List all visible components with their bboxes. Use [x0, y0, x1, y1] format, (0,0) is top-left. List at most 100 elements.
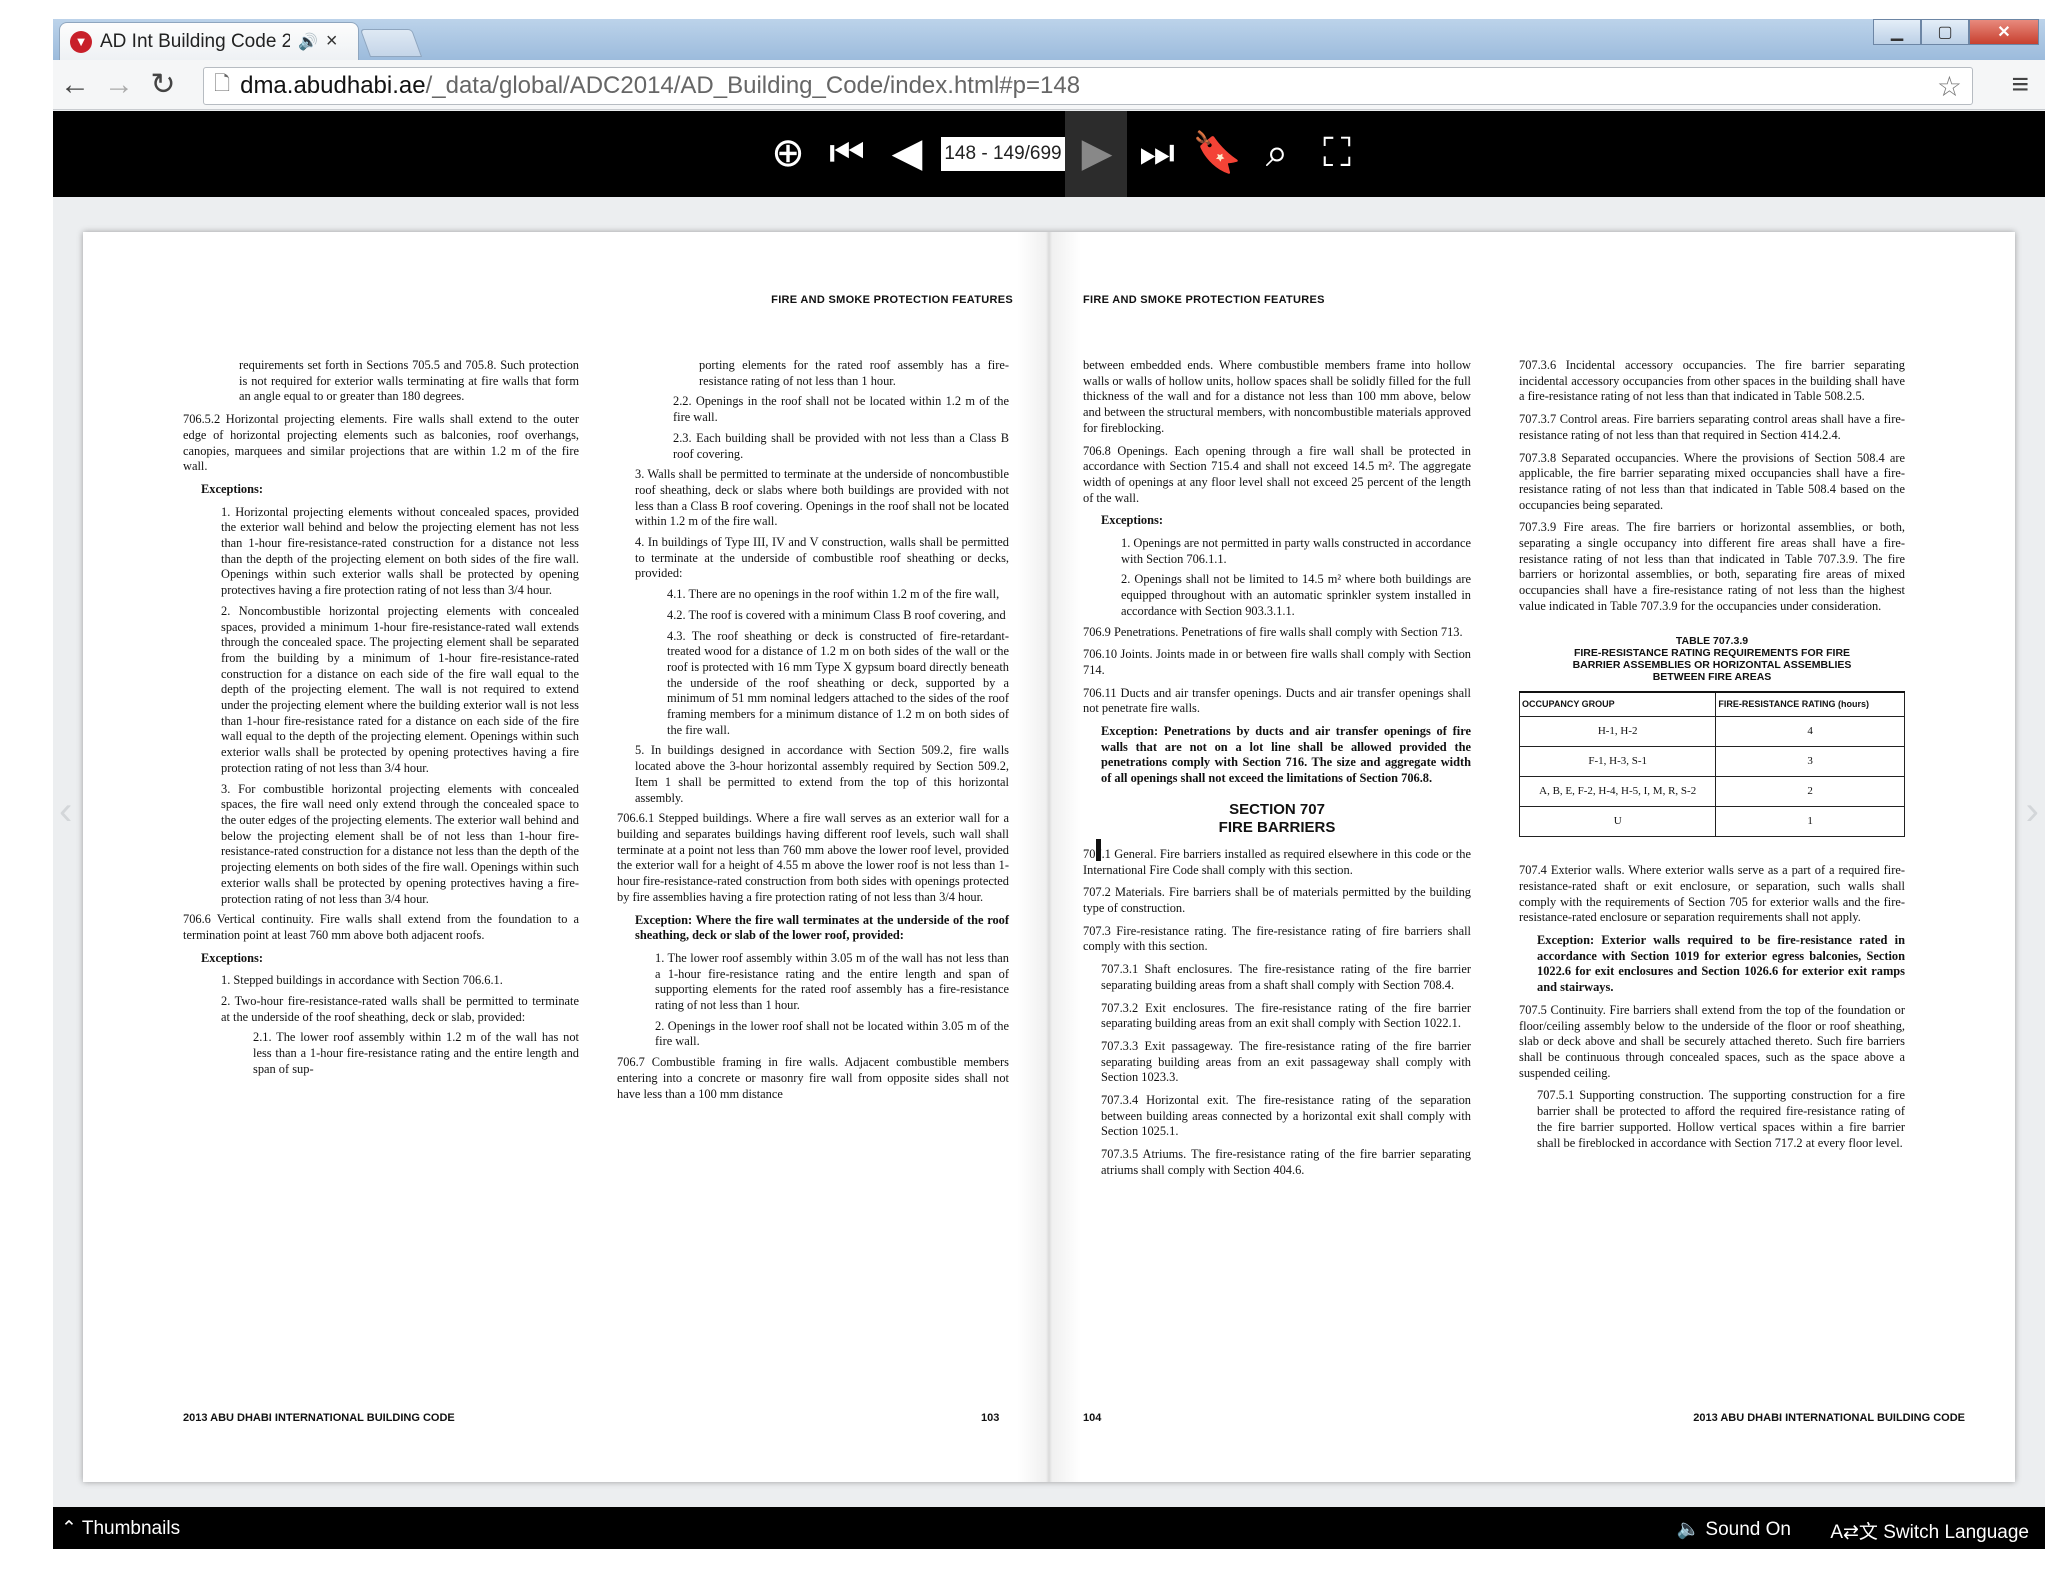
list-item: 2. Openings in the lower roof shall not … [655, 1018, 1009, 1049]
minimize-button[interactable]: ▁ [1873, 19, 1921, 45]
next-spread-arrow-icon[interactable]: › [2026, 789, 2039, 834]
list-item: 3. For combustible horizontal projecting… [221, 781, 579, 906]
list-item: 1. Openings are not permitted in party w… [1121, 536, 1471, 566]
table-cell: H-1, H-2 [1518, 716, 1717, 748]
right-footer: 2013 ABU DHABI INTERNATIONAL BUILDING CO… [1693, 1412, 1965, 1424]
paragraph: 707.3.8 Separated occupancies. Where the… [1519, 450, 1905, 512]
last-page-icon[interactable]: ⏭ [1129, 125, 1185, 181]
address-bar[interactable]: 🗋 dma.abudhabi.ae /_data/global/ADC2014/… [203, 67, 1973, 105]
fullscreen-icon[interactable]: ⛶ [1309, 125, 1365, 181]
section-title: FIRE BARRIERS [1218, 818, 1336, 836]
paragraph: 707.3.4 Horizontal exit. The fire-resist… [1101, 1093, 1471, 1139]
paragraph: 706.11 Ducts and air transfer openings. … [1083, 685, 1471, 716]
paragraph: 707.3.9 Fire areas. The fire barriers or… [1519, 520, 1905, 613]
paragraph: 706.10 Joints. Joints made in or between… [1083, 647, 1471, 677]
table-header-row: OCCUPANCY GROUP FIRE-RESISTANCE RATING (… [1518, 690, 1905, 718]
exceptions-list: 3. Walls shall be permitted to terminate… [635, 467, 1009, 806]
right-page-number: 104 [1083, 1412, 1102, 1424]
paragraph: 707.2 Materials. Fire barriers shall be … [1083, 885, 1471, 915]
bookmark-icon[interactable]: 🔖 [1189, 125, 1245, 181]
paragraph: 706.5.2 Horizontal projecting elements. … [183, 412, 579, 474]
table-row: A, B, E, F-2, H-4, H-5, I, M, R, S-2 2 [1518, 776, 1905, 808]
list-item: 2. Noncombustible horizontal projecting … [221, 603, 579, 775]
browser-tab[interactable]: ▼ AD Int Building Code 2 🔊 × [59, 22, 359, 60]
table-cell: F-1, H-3, S-1 [1518, 746, 1717, 778]
list-item: 2.3. Each building shall be provided wit… [673, 430, 1009, 461]
left-column-2: porting elements for the rated roof asse… [617, 358, 1009, 1109]
right-page: FIRE AND SMOKE PROTECTION FEATURES betwe… [1049, 232, 2015, 1482]
viewer-toolbar: ⊕ ⏮ ◀ 148 - 149/699 ▶ ⏭ 🔖 ⌕ ⛶ [53, 111, 2045, 197]
first-page-icon[interactable]: ⏮ [819, 125, 875, 181]
exceptions-label: Exceptions: [1101, 513, 1163, 528]
zoom-in-icon[interactable]: ⊕ [760, 125, 816, 181]
right-column-2: 707.3.6 Incidental accessory occupancies… [1518, 358, 1905, 1158]
paragraph: 707.3.5 Atriums. The fire-resistance rat… [1101, 1147, 1471, 1177]
viewer-bottom-bar: ⌃ Thumbnails 🔈 Sound On A⇄文 Switch Langu… [53, 1507, 2045, 1549]
forward-arrow-icon[interactable]: → [97, 68, 141, 102]
section-number: SECTION 707 [1229, 800, 1325, 818]
fire-resistance-table: OCCUPANCY GROUP FIRE-RESISTANCE RATING (… [1518, 690, 1905, 838]
list-item: 1. The lower roof assembly within 3.05 m… [655, 950, 1009, 1013]
search-icon[interactable]: ⌕ [1249, 125, 1305, 181]
back-arrow-icon[interactable]: ← [53, 68, 97, 102]
prev-spread-arrow-icon[interactable]: ‹ [59, 789, 72, 834]
paragraph: 707.4 Exterior walls. Where exterior wal… [1519, 863, 1905, 925]
list-item: 1. Horizontal projecting elements withou… [221, 504, 579, 598]
close-window-button[interactable]: ✕ [1969, 19, 2039, 45]
table-row: F-1, H-3, S-1 3 [1518, 746, 1905, 778]
table-cell: U [1518, 806, 1717, 838]
list-item: 4.2. The roof is covered with a minimum … [667, 607, 1006, 622]
paragraph: 707.3.6 Incidental accessory occupancies… [1519, 358, 1905, 404]
bookmark-star-icon[interactable]: ☆ [1937, 70, 1962, 103]
list-item: 4.1. There are no openings in the roof w… [667, 587, 1000, 602]
list-item: porting elements for the rated roof asse… [699, 358, 1009, 388]
paragraph: 707.3 Fire-resistance rating. The fire-r… [1083, 923, 1471, 954]
paragraph: between embedded ends. Where combustible… [1083, 358, 1471, 435]
chevron-up-icon: ⌃ [61, 1518, 77, 1539]
table-caption-line: BETWEEN FIRE AREAS [1652, 670, 1772, 683]
thumbnails-button[interactable]: ⌃ Thumbnails [61, 1517, 180, 1540]
paragraph: 706.9 Penetrations. Penetrations of fire… [1083, 624, 1463, 639]
table-cell: 4 [1715, 716, 1905, 748]
tab-close-icon[interactable]: × [326, 30, 338, 53]
switch-language-button[interactable]: A⇄文 Switch Language [1830, 1517, 2029, 1544]
window-controls: ▁ ▢ ✕ [1873, 19, 2039, 45]
list-item: 5. In buildings designed in accordance w… [635, 743, 1009, 805]
right-column-1: between embedded ends. Where combustible… [1083, 358, 1471, 1186]
exception-paragraph: Exception: Exterior walls required to be… [1537, 933, 1905, 995]
exceptions-list: 1. Openings are not permitted in party w… [1121, 536, 1471, 620]
new-tab-button[interactable] [359, 29, 423, 57]
exceptions-label: Exceptions: [201, 950, 263, 965]
next-page-icon[interactable]: ▶ [1069, 125, 1125, 181]
left-footer: 2013 ABU DHABI INTERNATIONAL BUILDING CO… [183, 1412, 455, 1424]
continued-list: porting elements for the rated roof asse… [699, 358, 1009, 389]
table-caption-line: BARRIER ASSEMBLIES OR HORIZONTAL ASSEMBL… [1572, 658, 1852, 671]
list-item: 4. In buildings of Type III, IV and V co… [635, 535, 1009, 581]
list-item: 2.2. Openings in the roof shall not be l… [673, 394, 1009, 425]
table-row: H-1, H-2 4 [1518, 716, 1905, 748]
list-item: 1. Stepped buildings in accordance with … [221, 973, 503, 988]
page-number-input[interactable]: 148 - 149/699 [941, 137, 1065, 171]
left-running-header: FIRE AND SMOKE PROTECTION FEATURES [771, 294, 1013, 306]
paragraph: 707.3.1 Shaft enclosures. The fire-resis… [1101, 962, 1471, 992]
site-favicon-icon: ▼ [70, 30, 92, 53]
paragraph: 706.8 Openings. Each opening through a f… [1083, 443, 1471, 505]
tab-title: AD Int Building Code 2 [100, 30, 290, 52]
table-cell: 2 [1715, 776, 1905, 808]
url-path: /_data/global/ADC2014/AD_Building_Code/i… [425, 72, 1081, 99]
tab-audio-icon[interactable]: 🔊 [298, 32, 318, 52]
paragraph: 706.6.1 Stepped buildings. Where a fire … [617, 811, 1009, 904]
paragraph: 706.7 Combustible framing in fire walls.… [617, 1055, 1009, 1101]
previous-page-icon[interactable]: ◀ [879, 125, 935, 181]
maximize-button[interactable]: ▢ [1921, 19, 1969, 45]
column-header: OCCUPANCY GROUP [1518, 690, 1717, 718]
exceptions-list: 1. Stepped buildings in accordance with … [221, 973, 579, 1077]
browser-menu-icon[interactable]: ≡ [2011, 68, 2029, 102]
sound-toggle-button[interactable]: 🔈 Sound On [1676, 1517, 1791, 1541]
reload-icon[interactable]: ↻ [141, 67, 185, 102]
left-page-number: 103 [981, 1412, 1000, 1424]
table-row: U1 [1518, 806, 1905, 838]
exceptions-list: 1. Horizontal projecting elements withou… [221, 505, 579, 908]
url-domain: dma.abudhabi.ae [240, 72, 426, 99]
table-title: TABLE 707.3.9 FIRE-RESISTANCE RATING REQ… [1519, 635, 1905, 683]
